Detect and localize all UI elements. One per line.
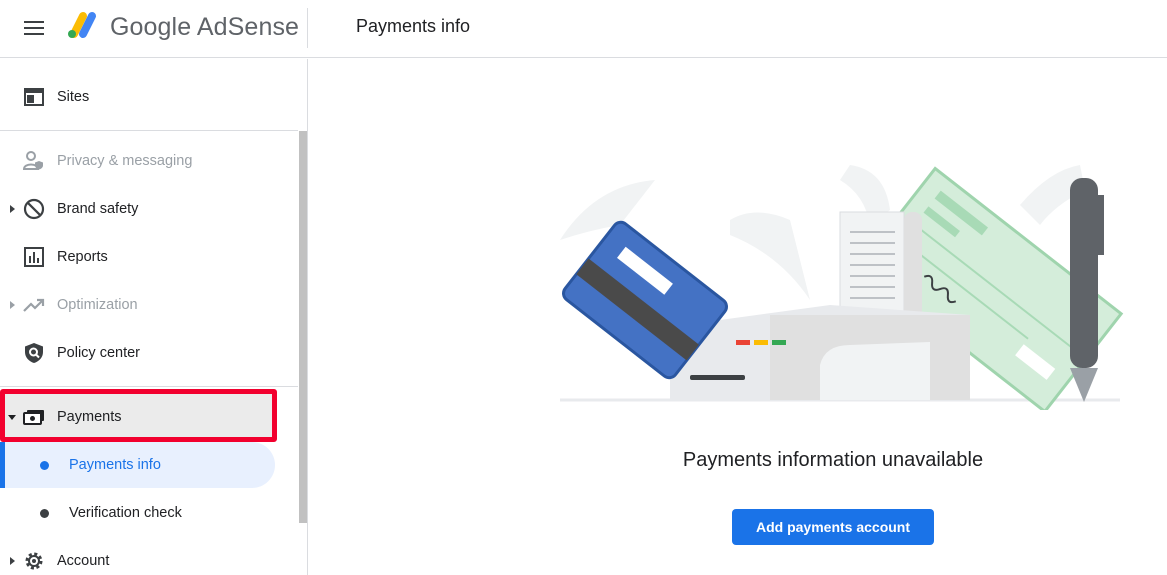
- main-menu-button[interactable]: [14, 12, 54, 44]
- collapse-arrow-icon[interactable]: [8, 412, 16, 422]
- sidebar-scrollbar[interactable]: [299, 131, 307, 523]
- payments-icon: [22, 405, 46, 429]
- header-divider: [307, 8, 308, 48]
- block-icon: [22, 197, 46, 221]
- sidebar-item-privacy-messaging[interactable]: Privacy & messaging: [0, 137, 296, 185]
- sidebar-item-label: Privacy & messaging: [57, 153, 193, 169]
- add-payments-account-button[interactable]: Add payments account: [732, 509, 934, 545]
- sidebar-item-brand-safety[interactable]: Brand safety: [0, 185, 296, 233]
- sidebar-item-sites[interactable]: Sites: [0, 73, 296, 121]
- nav-divider: [0, 130, 298, 131]
- adsense-logo-icon: [68, 12, 96, 38]
- sidebar-nav: Sites Privacy & messaging Brand safety R…: [0, 59, 308, 575]
- sidebar-item-label: Policy center: [57, 345, 141, 361]
- sidebar-subitem-label: Verification check: [69, 505, 182, 521]
- brand-name[interactable]: Google AdSense: [110, 13, 299, 42]
- sidebar-subitem-label: Payments info: [69, 457, 161, 473]
- sidebar-item-payments[interactable]: Payments: [0, 393, 296, 441]
- sidebar-item-policy-center[interactable]: Policy center: [0, 329, 296, 377]
- sidebar-subitem-payments-info[interactable]: Payments info: [0, 442, 275, 488]
- bullet-icon: [40, 508, 49, 518]
- hamburger-menu-icon: [24, 21, 44, 35]
- expand-arrow-icon[interactable]: [8, 300, 16, 310]
- expand-arrow-icon[interactable]: [8, 204, 16, 214]
- sidebar-item-label: Reports: [57, 249, 108, 265]
- gear-icon: [22, 549, 46, 573]
- nav-divider: [0, 386, 298, 387]
- privacy-icon: [22, 149, 46, 173]
- trending-up-icon: [22, 293, 46, 317]
- sidebar-item-label: Sites: [57, 89, 90, 105]
- sidebar-item-label: Payments: [57, 409, 122, 425]
- sidebar-item-label: Account: [57, 553, 110, 569]
- payments-illustration: [560, 165, 1124, 410]
- sidebar-item-reports[interactable]: Reports: [0, 233, 296, 281]
- sidebar-item-optimization[interactable]: Optimization: [0, 281, 296, 329]
- bullet-icon: [40, 460, 49, 470]
- sidebar-subitem-verification-check[interactable]: Verification check: [0, 490, 296, 536]
- sidebar-item-account[interactable]: Account: [0, 537, 296, 575]
- expand-arrow-icon[interactable]: [8, 556, 16, 566]
- empty-state-title: Payments information unavailable: [682, 449, 984, 471]
- sidebar-item-label: Optimization: [57, 297, 138, 313]
- bar-chart-icon: [22, 245, 46, 269]
- sites-icon: [22, 85, 46, 109]
- active-indicator: [0, 442, 5, 488]
- page-title: Payments info: [356, 16, 471, 36]
- sidebar-item-label: Brand safety: [57, 201, 139, 217]
- shield-icon: [22, 341, 46, 365]
- top-app-bar: Google AdSense Payments info: [0, 0, 1167, 58]
